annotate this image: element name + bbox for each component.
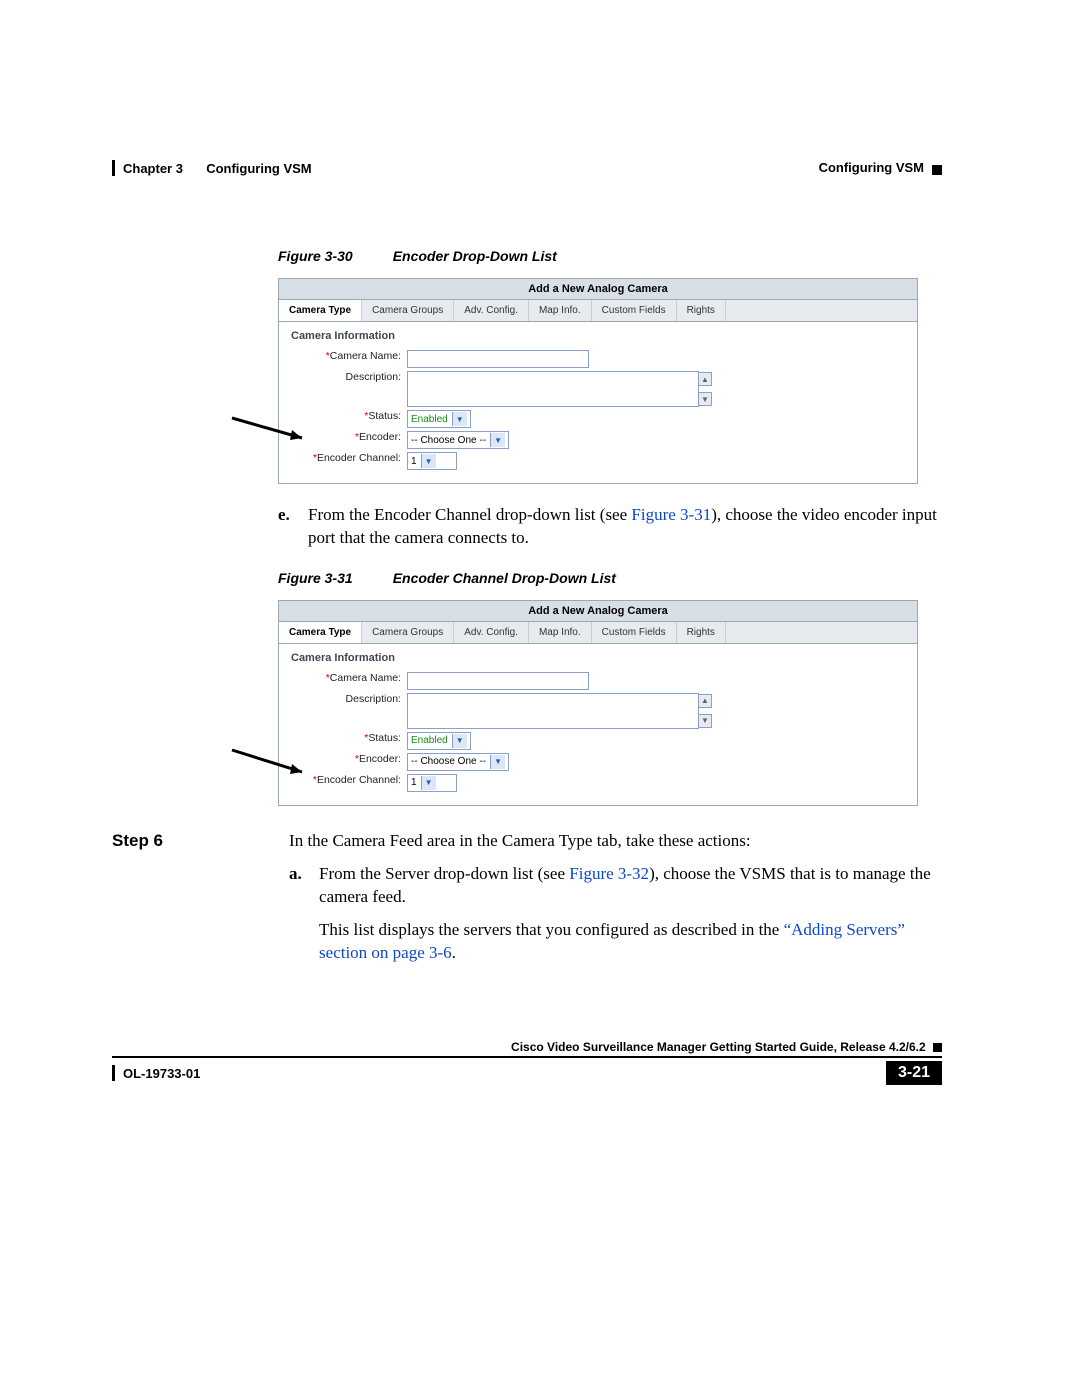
encoder-channel-select[interactable]: 1 ▼ — [407, 774, 457, 792]
section-title: Configuring VSM — [819, 160, 924, 175]
encoder-channel-value: 1 — [411, 456, 417, 467]
step-6-label: Step 6 — [112, 830, 163, 965]
figure-label: Figure 3-31 — [278, 570, 353, 586]
chapter-label: Chapter 3 — [123, 161, 183, 176]
step-6a-text: From the Server drop-down list (see Figu… — [319, 863, 942, 909]
tab-camera-groups[interactable]: Camera Groups — [362, 300, 454, 321]
label-encoder: Encoder: — [359, 753, 401, 765]
label-description: Description: — [346, 371, 401, 383]
encoder-select[interactable]: -- Choose One -- ▼ — [407, 753, 509, 771]
figure-30-image: Add a New Analog Camera Camera Type Came… — [278, 278, 918, 484]
description-textarea[interactable]: ▲ ▼ — [407, 371, 699, 407]
scroll-up-icon[interactable]: ▲ — [698, 694, 712, 708]
camera-name-input[interactable] — [407, 350, 589, 368]
figure-label: Figure 3-30 — [278, 248, 353, 264]
scroll-down-icon[interactable]: ▼ — [698, 714, 712, 728]
page-footer: Cisco Video Surveillance Manager Getting… — [112, 1040, 942, 1085]
label-camera-name: Camera Name: — [330, 672, 401, 684]
chevron-down-icon: ▼ — [490, 433, 505, 447]
tab-camera-type[interactable]: Camera Type — [279, 300, 362, 321]
camera-name-input[interactable] — [407, 672, 589, 690]
doc-title: Cisco Video Surveillance Manager Getting… — [511, 1040, 926, 1054]
chapter-title: Configuring VSM — [206, 161, 311, 176]
status-select[interactable]: Enabled ▼ — [407, 410, 471, 428]
figure-caption-31: Figure 3-31 Encoder Channel Drop-Down Li… — [278, 570, 942, 586]
chevron-down-icon: ▼ — [452, 412, 467, 426]
encoder-value: -- Choose One -- — [411, 435, 486, 446]
list-marker: a. — [289, 863, 307, 909]
tab-map-info[interactable]: Map Info. — [529, 622, 592, 643]
page-number: 3-21 — [886, 1061, 942, 1085]
header-square-icon — [932, 165, 942, 175]
callout-arrow-icon — [232, 418, 312, 438]
figure-31-image: Add a New Analog Camera Camera Type Came… — [278, 600, 918, 806]
callout-arrow-icon — [232, 750, 312, 770]
status-select[interactable]: Enabled ▼ — [407, 732, 471, 750]
chevron-down-icon: ▼ — [421, 454, 436, 468]
chevron-down-icon: ▼ — [490, 755, 505, 769]
chevron-down-icon: ▼ — [452, 734, 467, 748]
xref-figure-3-31[interactable]: Figure 3-31 — [631, 505, 711, 524]
tab-camera-groups[interactable]: Camera Groups — [362, 622, 454, 643]
tab-camera-type[interactable]: Camera Type — [279, 622, 362, 643]
list-marker: e. — [278, 504, 296, 550]
step-6a-para2: This list displays the servers that you … — [319, 919, 942, 965]
section-camera-information: Camera Information — [291, 330, 907, 342]
step-e: e. From the Encoder Channel drop-down li… — [278, 504, 942, 550]
header-rule-icon — [112, 160, 115, 176]
tab-bar: Camera Type Camera Groups Adv. Config. M… — [279, 622, 917, 644]
figure-title: Encoder Drop-Down List — [393, 248, 557, 264]
label-description: Description: — [346, 693, 401, 705]
xref-figure-3-32[interactable]: Figure 3-32 — [569, 864, 649, 883]
dialog-title: Add a New Analog Camera — [279, 279, 917, 300]
scroll-up-icon[interactable]: ▲ — [698, 372, 712, 386]
description-textarea[interactable]: ▲ ▼ — [407, 693, 699, 729]
dialog-title: Add a New Analog Camera — [279, 601, 917, 622]
step-6: Step 6 In the Camera Feed area in the Ca… — [112, 830, 942, 965]
tab-adv-config[interactable]: Adv. Config. — [454, 622, 529, 643]
scroll-down-icon[interactable]: ▼ — [698, 392, 712, 406]
encoder-value: -- Choose One -- — [411, 756, 486, 767]
tab-adv-config[interactable]: Adv. Config. — [454, 300, 529, 321]
step-e-text: From the Encoder Channel drop-down list … — [308, 504, 942, 550]
encoder-channel-select[interactable]: 1 ▼ — [407, 452, 457, 470]
tab-rights[interactable]: Rights — [677, 300, 726, 321]
label-encoder-channel: Encoder Channel: — [317, 452, 401, 464]
status-value: Enabled — [411, 414, 448, 425]
chevron-down-icon: ▼ — [421, 776, 436, 790]
tab-custom-fields[interactable]: Custom Fields — [592, 622, 677, 643]
label-encoder: Encoder: — [359, 431, 401, 443]
figure-title: Encoder Channel Drop-Down List — [393, 570, 616, 586]
label-status: Status: — [368, 732, 401, 744]
section-camera-information: Camera Information — [291, 652, 907, 664]
running-header: Chapter 3 Configuring VSM Configuring VS… — [112, 160, 942, 176]
figure-caption-30: Figure 3-30 Encoder Drop-Down List — [278, 248, 942, 264]
label-encoder-channel: Encoder Channel: — [317, 774, 401, 786]
tab-rights[interactable]: Rights — [677, 622, 726, 643]
encoder-select[interactable]: -- Choose One -- ▼ — [407, 431, 509, 449]
footer-rule-icon — [112, 1065, 115, 1081]
footer-square-icon — [933, 1043, 942, 1052]
tab-custom-fields[interactable]: Custom Fields — [592, 300, 677, 321]
tab-map-info[interactable]: Map Info. — [529, 300, 592, 321]
status-value: Enabled — [411, 735, 448, 746]
encoder-channel-value: 1 — [411, 777, 417, 788]
label-status: Status: — [368, 410, 401, 422]
step-6-intro: In the Camera Feed area in the Camera Ty… — [289, 830, 942, 853]
label-camera-name: Camera Name: — [330, 350, 401, 362]
doc-id: OL-19733-01 — [123, 1066, 200, 1081]
tab-bar: Camera Type Camera Groups Adv. Config. M… — [279, 300, 917, 322]
